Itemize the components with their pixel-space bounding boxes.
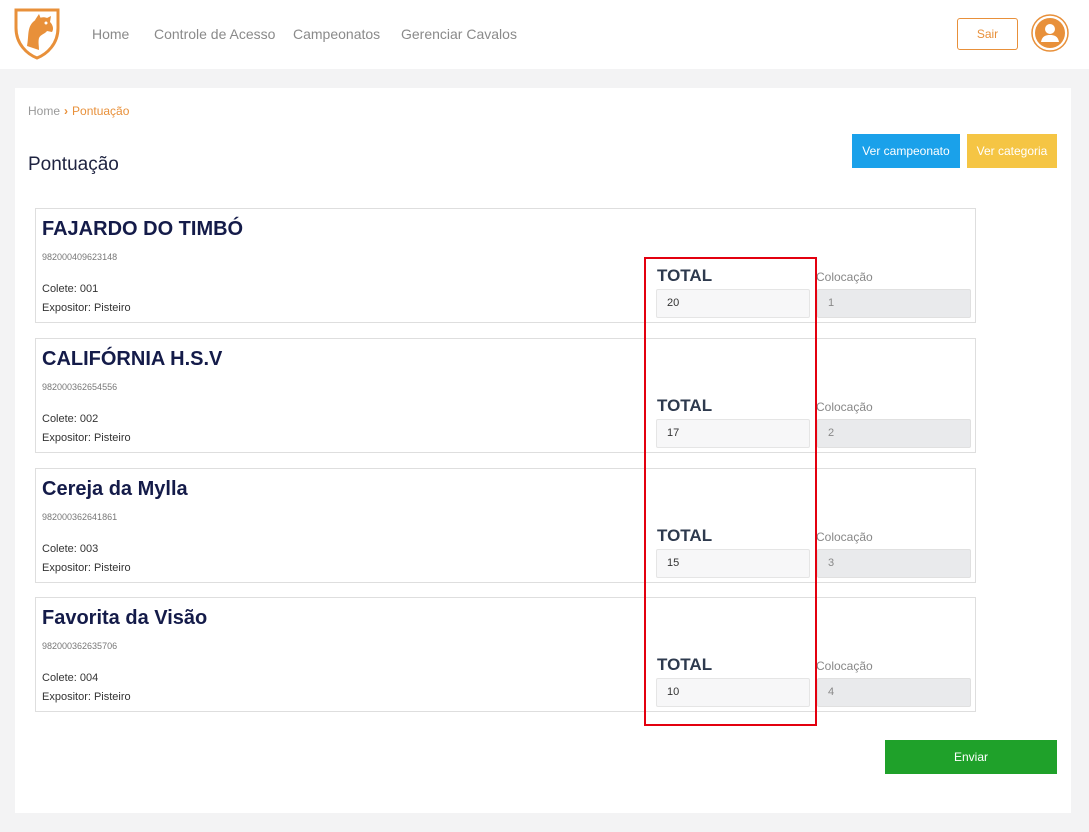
horse-chip-number: 982000362641861 (42, 512, 118, 522)
horse-chip-number: 982000362635706 (42, 641, 118, 651)
nav-controle-de-acesso[interactable]: Controle de Acesso (154, 26, 275, 42)
submit-button[interactable]: Enviar (885, 740, 1057, 774)
colocacao-label: Colocação (816, 270, 873, 284)
breadcrumb: Home › Pontuação (28, 104, 129, 118)
horse-colete: Colete: 002 (42, 413, 99, 425)
horse-expositor: Expositor: Pisteiro (42, 562, 131, 574)
total-label: TOTAL (657, 396, 713, 415)
total-input[interactable]: 10 (656, 678, 810, 707)
logout-button[interactable]: Sair (957, 18, 1018, 50)
top-navbar: Home Controle de Acesso Campeonatos Gere… (0, 0, 1089, 69)
colocacao-label: Colocação (816, 659, 873, 673)
horse-card: Cereja da Mylla 982000362641861 Colete: … (35, 468, 976, 583)
nav-home[interactable]: Home (92, 26, 129, 42)
colocacao-input: 2 (817, 419, 971, 448)
horse-name: FAJARDO DO TIMBÓ (42, 218, 244, 240)
horse-chip-number: 982000362654556 (42, 382, 118, 392)
nav-campeonatos[interactable]: Campeonatos (293, 26, 380, 42)
ver-campeonato-button[interactable]: Ver campeonato (852, 134, 960, 168)
colocacao-label: Colocação (816, 530, 873, 544)
total-label: TOTAL (657, 526, 713, 545)
page-title: Pontuação (28, 154, 119, 175)
ver-categoria-button[interactable]: Ver categoria (967, 134, 1057, 168)
horse-name: CALIFÓRNIA H.S.V (42, 348, 223, 370)
horse-colete: Colete: 004 (42, 672, 99, 684)
horse-chip-number: 982000409623148 (42, 252, 118, 262)
breadcrumb-chevron-icon: › (64, 104, 69, 118)
main-content: Home › Pontuação Pontuação Ver campeonato … (15, 88, 1071, 813)
colocacao-input: 1 (817, 289, 971, 318)
total-input[interactable]: 17 (656, 419, 810, 448)
horse-card: FAJARDO DO TIMBÓ 982000409623148 Colete:… (35, 208, 976, 323)
horse-name: Favorita da Visão (42, 607, 208, 629)
horse-colete: Colete: 001 (42, 283, 99, 295)
horse-card: CALIFÓRNIA H.S.V 982000362654556 Colete:… (35, 338, 976, 453)
total-label: TOTAL (657, 266, 713, 285)
total-input[interactable]: 15 (656, 549, 810, 578)
horse-colete: Colete: 003 (42, 543, 99, 555)
colocacao-label: Colocação (816, 400, 873, 414)
horse-name: Cereja da Mylla (42, 478, 188, 500)
horse-logo-icon[interactable] (13, 6, 61, 60)
horse-expositor: Expositor: Pisteiro (42, 302, 131, 314)
horse-expositor: Expositor: Pisteiro (42, 691, 131, 703)
nav-gerenciar-cavalos[interactable]: Gerenciar Cavalos (401, 26, 517, 42)
total-input[interactable]: 20 (656, 289, 810, 318)
horse-expositor: Expositor: Pisteiro (42, 432, 131, 444)
breadcrumb-current: Pontuação (72, 104, 130, 118)
total-label: TOTAL (657, 655, 713, 674)
breadcrumb-home[interactable]: Home (28, 104, 60, 118)
horse-card: Favorita da Visão 982000362635706 Colete… (35, 597, 976, 712)
colocacao-input: 4 (817, 678, 971, 707)
user-avatar-icon[interactable] (1031, 14, 1069, 52)
colocacao-input: 3 (817, 549, 971, 578)
